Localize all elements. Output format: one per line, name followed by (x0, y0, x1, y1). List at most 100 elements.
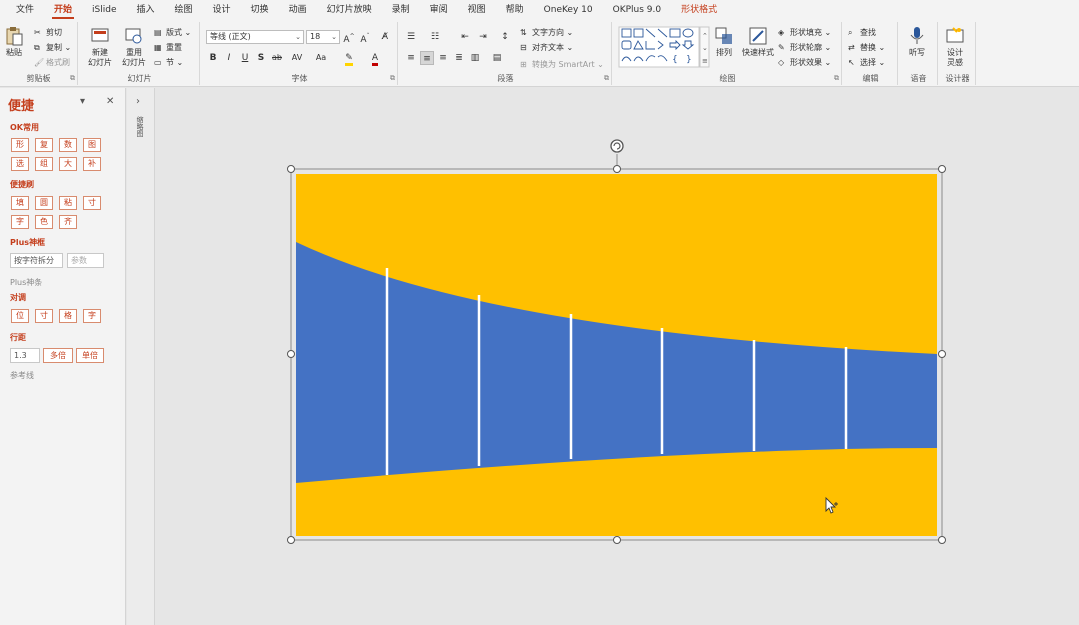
justify-icon[interactable]: ≣ (452, 51, 466, 65)
tool-button[interactable]: 位 (11, 309, 29, 323)
tool-button[interactable]: 色 (35, 215, 53, 229)
shape-outline-button[interactable]: ✎ 形状轮廓 ⌄ (778, 42, 831, 53)
clear-format-icon[interactable]: A̸ (378, 30, 392, 44)
close-icon[interactable]: ✕ (106, 96, 114, 107)
strikethrough-button[interactable]: ab (270, 51, 284, 65)
menu-tab[interactable]: 绘图 (165, 0, 203, 20)
menu-tab[interactable]: 审阅 (420, 0, 458, 20)
section-plus-bar[interactable]: Plus神条 (10, 277, 42, 288)
menu-tab[interactable]: 形状格式 (671, 0, 727, 20)
bold-button[interactable]: B (206, 51, 220, 65)
line-spacing-icon[interactable]: ↕ (498, 30, 512, 44)
tool-button[interactable]: 齐 (59, 215, 77, 229)
section-guides[interactable]: 参考线 (10, 370, 34, 381)
tool-button[interactable]: 字 (11, 215, 29, 229)
text-direction-button[interactable]: ⇅ 文字方向 ⌄ (520, 27, 573, 38)
layout-button[interactable]: ▤ 版式 ⌄ (154, 27, 191, 38)
menu-tab[interactable]: OKPlus 9.0 (603, 0, 671, 20)
shapes-gallery[interactable]: {} ⌃ ⌄ ≡ (618, 26, 710, 68)
menu-tab[interactable]: 动画 (279, 0, 317, 20)
select-button[interactable]: ↖ 选择 ⌄ (848, 57, 885, 68)
resize-handle-sw[interactable] (287, 536, 295, 544)
design-ideas-button[interactable]: 设计 灵感 (945, 26, 965, 68)
find-button[interactable]: ⌕ 查找 (848, 27, 876, 38)
char-spacing-button[interactable]: AV (288, 51, 306, 65)
tool-button[interactable]: 寸 (35, 309, 53, 323)
arrange-button[interactable]: 排列 (714, 26, 734, 58)
font-name-combo[interactable]: 等线 (正文) ⌄ (206, 30, 304, 44)
slide[interactable] (286, 136, 948, 548)
menu-tab[interactable]: 插入 (127, 0, 165, 20)
paste-button[interactable]: 粘贴 (4, 26, 24, 58)
align-text-button[interactable]: ⊟ 对齐文本 ⌄ (520, 42, 573, 53)
cut-button[interactable]: ✂ 剪切 (34, 27, 62, 38)
section-button[interactable]: ▭ 节 ⌄ (154, 57, 183, 68)
font-launcher-icon[interactable]: ⧉ (390, 74, 395, 83)
rotate-handle-icon[interactable] (610, 139, 624, 153)
resize-handle-ne[interactable] (938, 165, 946, 173)
align-left-icon[interactable]: ≡ (404, 51, 418, 65)
split-mode-input[interactable]: 按字符拆分 (10, 253, 63, 268)
tool-button[interactable]: 形 (11, 138, 29, 152)
highlight-icon[interactable]: ✎ (342, 51, 356, 66)
replace-button[interactable]: ⇄ 替换 ⌄ (848, 42, 885, 53)
resize-handle-nw[interactable] (287, 165, 295, 173)
shadow-button[interactable]: S (254, 51, 268, 65)
tool-button[interactable]: 数 (59, 138, 77, 152)
tool-button[interactable]: 复 (35, 138, 53, 152)
resize-handle-w[interactable] (287, 350, 295, 358)
new-slide-button[interactable]: 新建 幻灯片 (88, 26, 112, 68)
tool-button[interactable]: 图 (83, 138, 101, 152)
multi-spacing-button[interactable]: 多倍 (43, 348, 73, 363)
chevron-right-icon[interactable]: › (136, 96, 140, 107)
menu-tab[interactable]: 设计 (203, 0, 241, 20)
tool-button[interactable]: 选 (11, 157, 29, 171)
tool-button[interactable]: 格 (59, 309, 77, 323)
menu-tab[interactable]: 录制 (382, 0, 420, 20)
tool-button[interactable]: 补 (83, 157, 101, 171)
resize-handle-se[interactable] (938, 536, 946, 544)
underline-button[interactable]: U (238, 51, 252, 65)
menu-tab[interactable]: 切换 (241, 0, 279, 20)
align-right-icon[interactable]: ≡ (436, 51, 450, 65)
menu-tab[interactable]: 视图 (458, 0, 496, 20)
align-center-icon[interactable]: ≡ (420, 51, 434, 65)
copy-button[interactable]: ⧉ 复制 ⌄ (34, 42, 71, 53)
drawing-launcher-icon[interactable]: ⧉ (834, 74, 839, 83)
menu-tab[interactable]: OneKey 10 (534, 0, 603, 20)
reuse-slide-button[interactable]: 重用 幻灯片 (122, 26, 146, 68)
resize-handle-n[interactable] (613, 165, 621, 173)
distribute-icon[interactable]: ▥ (468, 51, 482, 65)
reset-button[interactable]: ▦ 重置 (154, 42, 182, 53)
italic-button[interactable]: I (222, 51, 236, 65)
format-painter-button[interactable]: 🖌 格式刷 (34, 57, 70, 68)
tool-button[interactable]: 寸 (83, 196, 101, 210)
menu-tab[interactable]: 幻灯片放映 (317, 0, 382, 20)
line-spacing-input[interactable]: 1.3 (10, 348, 40, 363)
tool-button[interactable]: 粘 (59, 196, 77, 210)
numbering-icon[interactable]: ☷ (428, 30, 442, 44)
font-size-combo[interactable]: 18 ⌄ (306, 30, 340, 44)
columns-icon[interactable]: ▤ (490, 51, 504, 65)
resize-handle-s[interactable] (613, 536, 621, 544)
bullets-icon[interactable]: ☰ (404, 30, 418, 44)
paragraph-launcher-icon[interactable]: ⧉ (604, 74, 609, 83)
increase-indent-icon[interactable]: ⇥ (476, 30, 490, 44)
panel-menu-chevron-icon[interactable]: ▾ (80, 96, 85, 107)
smartart-button[interactable]: ⊞ 转换为 SmartArt ⌄ (520, 59, 604, 70)
tool-button[interactable]: 组 (35, 157, 53, 171)
font-color-icon[interactable]: A (368, 51, 382, 66)
shrink-font-button[interactable]: Aˇ (358, 30, 372, 45)
grow-font-button[interactable]: A^ (342, 30, 356, 45)
quick-styles-button[interactable]: 快速样式 (742, 26, 774, 58)
tool-button[interactable]: 大 (59, 157, 77, 171)
change-case-button[interactable]: Aa (312, 51, 330, 65)
menu-tab[interactable]: iSlide (82, 0, 126, 20)
tool-button[interactable]: 填 (11, 196, 29, 210)
resize-handle-e[interactable] (938, 350, 946, 358)
single-spacing-button[interactable]: 单倍 (76, 348, 104, 363)
tool-button[interactable]: 圆 (35, 196, 53, 210)
menu-tab[interactable]: 开始 (44, 0, 82, 20)
clipboard-launcher-icon[interactable]: ⧉ (70, 74, 75, 83)
thumbnail-label[interactable]: 缩略图 (135, 116, 145, 137)
